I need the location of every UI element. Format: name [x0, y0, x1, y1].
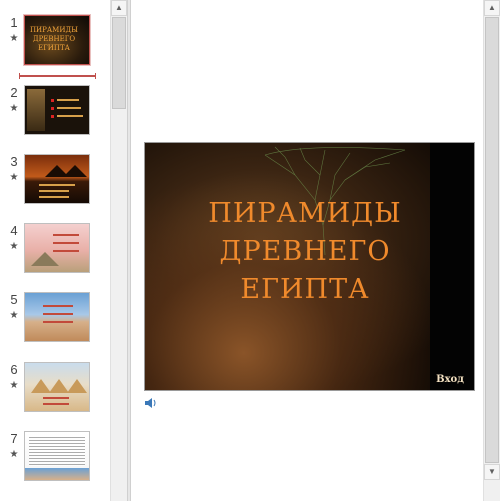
pharaoh-image — [27, 89, 45, 131]
dark-panel — [430, 143, 474, 390]
thumbnail-row-2[interactable]: 2 ★ — [0, 85, 110, 145]
pyramid-shape — [49, 379, 69, 393]
slide-thumbnail-1[interactable]: ПИРАМИДЫ ДРЕВНЕГО ЕГИПТА — [24, 15, 90, 65]
scroll-up-arrow-icon[interactable]: ▲ — [111, 0, 127, 16]
slide-thumbnail-7[interactable] — [24, 431, 90, 481]
animation-star-icon: ★ — [9, 310, 19, 321]
menu-line — [57, 115, 83, 117]
pane-splitter[interactable] — [127, 0, 131, 501]
thumbnail-row-7[interactable]: 7 ★ — [0, 431, 110, 491]
slide-thumbnail-pane: 1 ★ ПИРАМИДЫ ДРЕВНЕГО ЕГИПТА 2 ★ 3 ★ 4 ★… — [0, 0, 110, 501]
bullet-icon — [51, 99, 54, 102]
thumbnail-row-1[interactable]: 1 ★ ПИРАМИДЫ ДРЕВНЕГО ЕГИПТА — [0, 15, 110, 75]
slide-number: 7 — [10, 431, 18, 446]
animation-star-icon: ★ — [9, 241, 19, 252]
scroll-down-arrow-icon[interactable]: ▼ — [484, 464, 500, 480]
menu-line — [43, 305, 73, 307]
speaker-icon[interactable] — [144, 396, 158, 410]
slide-thumbnail-5[interactable] — [24, 292, 90, 342]
menu-line — [43, 313, 73, 315]
thumbnail-row-4[interactable]: 4 ★ — [0, 223, 110, 283]
menu-line — [53, 250, 79, 252]
scrollbar-thumb[interactable] — [112, 17, 126, 109]
thumbnail-title: ПИРАМИДЫ ДРЕВНЕГО ЕГИПТА — [29, 26, 79, 52]
animation-star-icon: ★ — [9, 33, 19, 44]
pyramid-shape — [31, 379, 51, 393]
animation-star-icon: ★ — [9, 103, 19, 114]
animation-star-icon: ★ — [9, 380, 19, 391]
bullet-icon — [51, 107, 54, 110]
slide-thumbnail-2[interactable] — [24, 85, 90, 135]
text-lines — [29, 435, 85, 466]
animation-star-icon: ★ — [9, 172, 19, 183]
pyramid-shape — [63, 165, 87, 177]
menu-line — [39, 196, 69, 198]
slide-scrollbar[interactable]: ▲ ▼ — [483, 0, 500, 501]
slide-thumbnail-3[interactable] — [24, 154, 90, 204]
menu-line — [43, 321, 73, 323]
bullet-icon — [51, 115, 54, 118]
slide-number: 4 — [10, 223, 18, 238]
thumbnail-row-5[interactable]: 5 ★ — [0, 292, 110, 352]
menu-line — [57, 107, 81, 109]
menu-line — [53, 242, 79, 244]
pyramid-shape — [67, 379, 87, 393]
insertion-marker — [19, 73, 96, 79]
scroll-up-arrow-icon[interactable]: ▲ — [484, 0, 500, 16]
main-slide[interactable]: ПИРАМИДЫ ДРЕВНЕГО ЕГИПТА Вход — [144, 142, 475, 391]
enter-button[interactable]: Вход — [431, 373, 469, 387]
scrollbar-thumb[interactable] — [485, 17, 499, 463]
slide-number: 6 — [10, 362, 18, 377]
slide-number: 5 — [10, 292, 18, 307]
thumbnail-row-3[interactable]: 3 ★ — [0, 154, 110, 214]
thumbnail-scrollbar[interactable]: ▲ — [110, 0, 127, 501]
slide-number: 1 — [10, 15, 18, 30]
menu-line — [53, 234, 79, 236]
menu-line — [57, 99, 79, 101]
menu-line — [43, 403, 69, 405]
thumbnail-row-6[interactable]: 6 ★ — [0, 362, 110, 422]
slide-number: 3 — [10, 154, 18, 169]
slide-thumbnail-4[interactable] — [24, 223, 90, 273]
menu-line — [39, 190, 69, 192]
slide-title: ПИРАМИДЫ ДРЕВНЕГО ЕГИПТА — [208, 198, 402, 305]
menu-line — [43, 397, 69, 399]
animation-star-icon: ★ — [9, 449, 19, 460]
pyramid-photo-strip — [25, 468, 89, 480]
pyramid-shape — [31, 252, 59, 266]
slide-number: 2 — [10, 85, 18, 100]
menu-line — [39, 184, 75, 186]
slide-thumbnail-6[interactable] — [24, 362, 90, 412]
